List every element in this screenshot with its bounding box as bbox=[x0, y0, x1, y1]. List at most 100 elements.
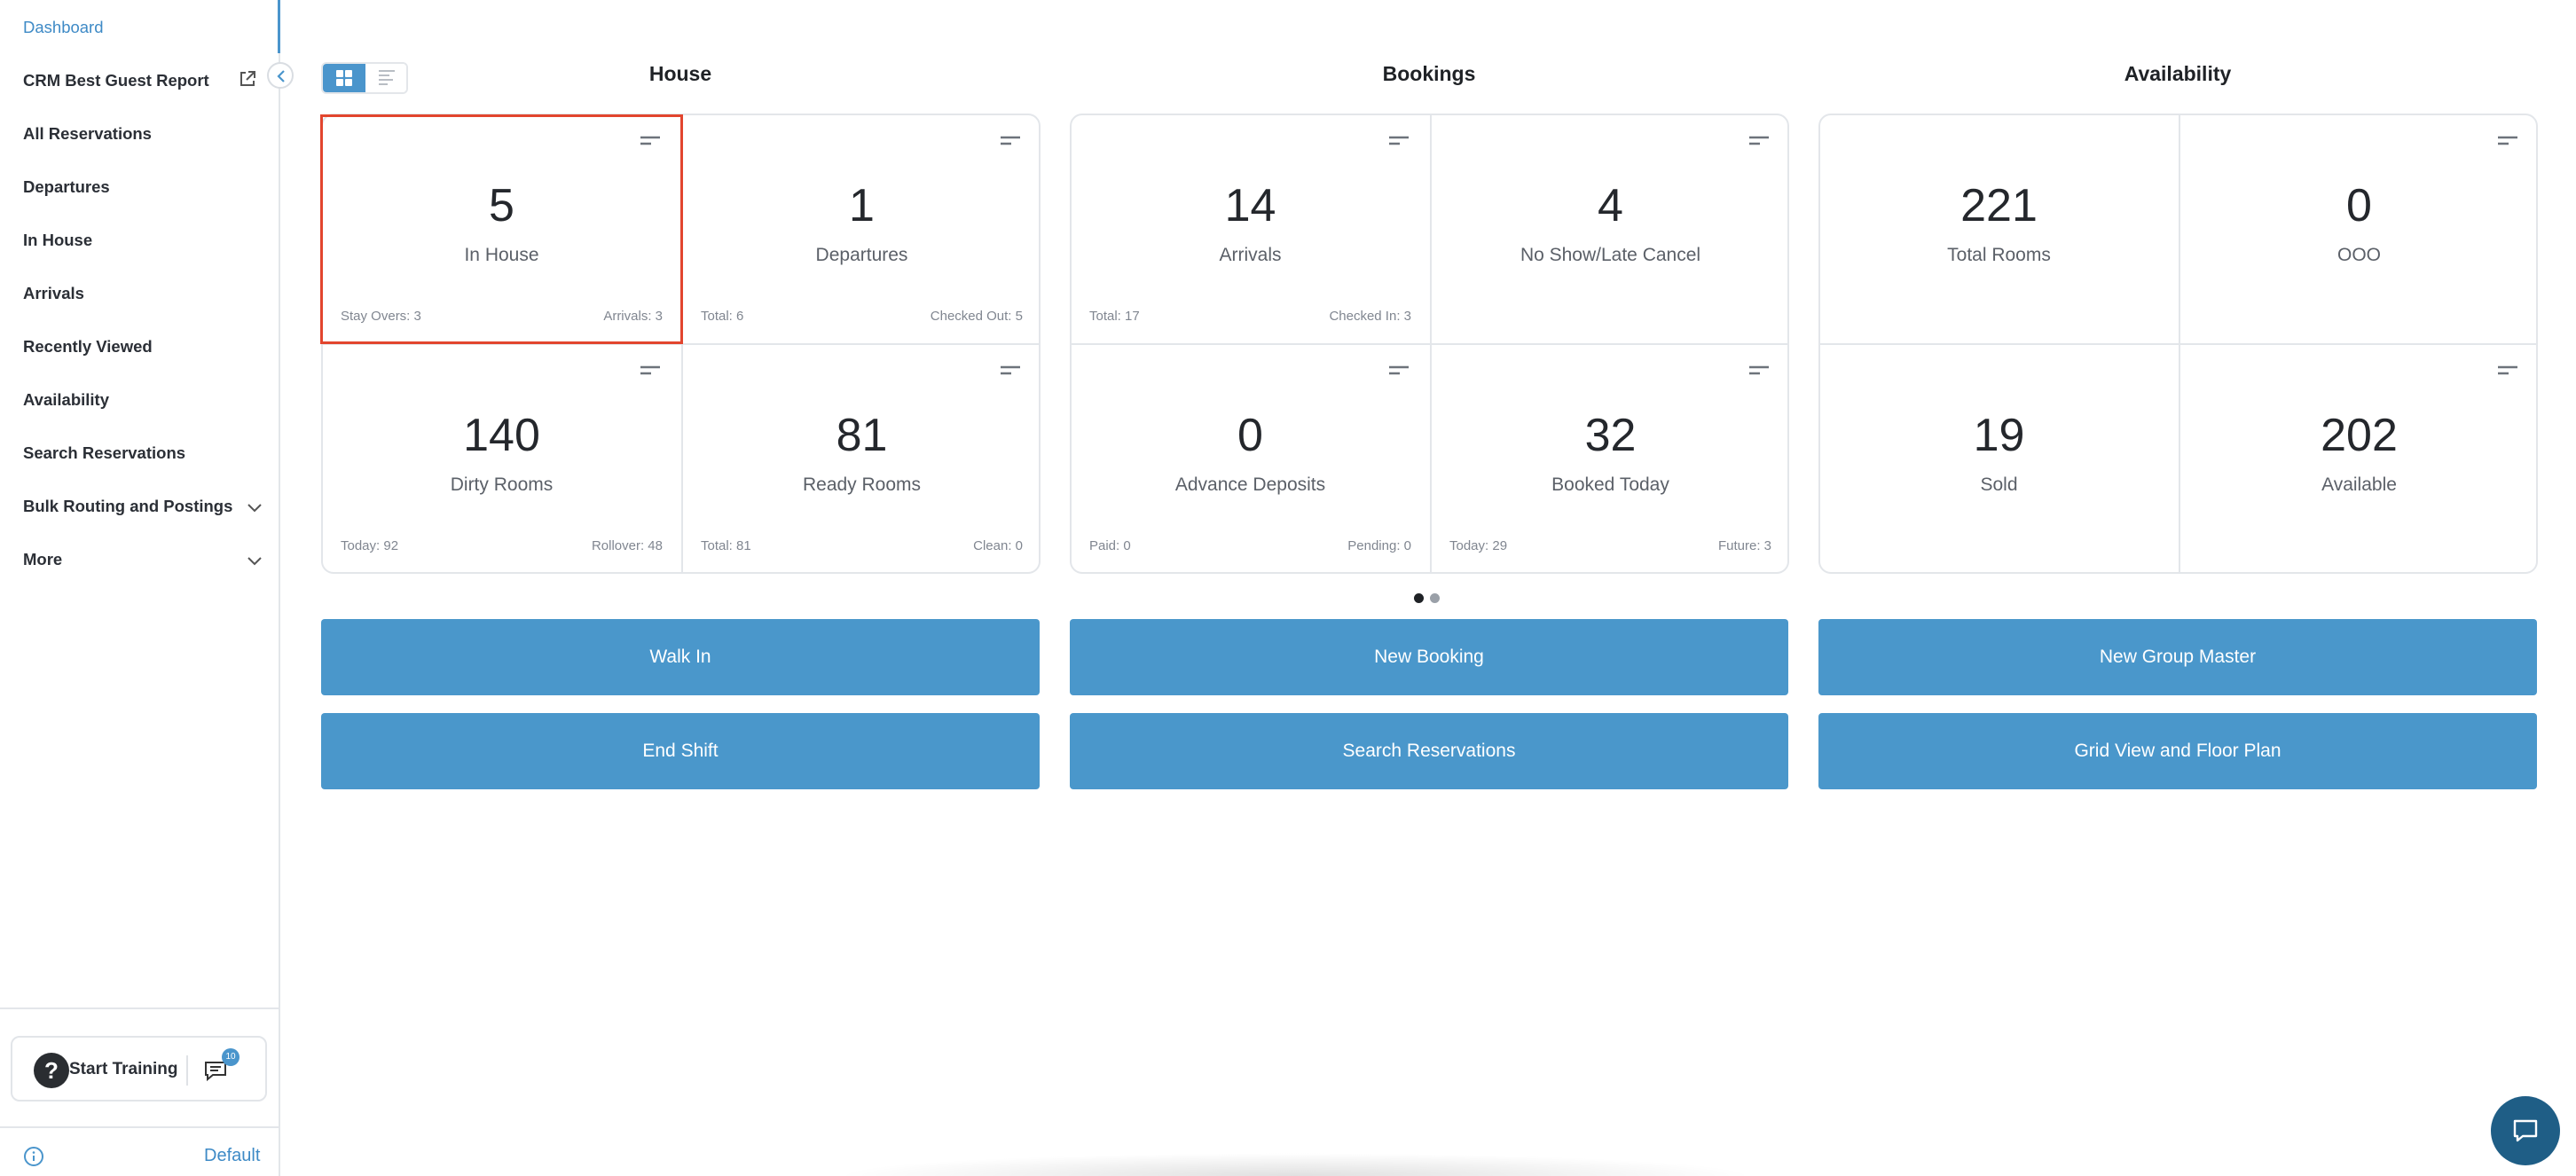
pager-dot-1[interactable] bbox=[1414, 593, 1424, 603]
new-booking-button[interactable]: New Booking bbox=[1070, 619, 1788, 695]
tile-footer-left: Stay Overs: 3 bbox=[341, 309, 421, 324]
tile-menu-icon[interactable] bbox=[1000, 135, 1021, 147]
section-title-availability: Availability bbox=[2124, 62, 2232, 85]
tile-footer-right: Clean: 0 bbox=[973, 538, 1023, 553]
sidebar-item-dashboard[interactable]: Dashboard bbox=[23, 18, 104, 37]
tile-menu-icon[interactable] bbox=[640, 135, 661, 147]
sidebar-item-recently-viewed[interactable]: Recently Viewed bbox=[23, 337, 153, 357]
tile-value: 19 bbox=[1973, 410, 2025, 461]
collapse-sidebar-button[interactable] bbox=[267, 62, 294, 89]
tile-footer-left: Today: 92 bbox=[341, 538, 399, 553]
tile-label: No Show/Late Cancel bbox=[1520, 245, 1701, 265]
sidebar-item-bulk-routing[interactable]: Bulk Routing and Postings bbox=[23, 497, 232, 516]
sidebar: Dashboard CRM Best Guest Report All Rese… bbox=[0, 0, 280, 1176]
tile-footer-left: Total: 81 bbox=[701, 538, 751, 553]
sidebar-item-departures[interactable]: Departures bbox=[23, 177, 110, 197]
start-training-box: ? Start Training 10 bbox=[11, 1036, 267, 1102]
help-icon[interactable]: ? bbox=[34, 1053, 69, 1088]
new-group-master-button[interactable]: New Group Master bbox=[1818, 619, 2537, 695]
tile-footer-left: Total: 6 bbox=[701, 309, 744, 324]
tile-footer-right: Checked In: 3 bbox=[1329, 309, 1411, 324]
tile-footer-left: Paid: 0 bbox=[1089, 538, 1131, 553]
tile-footer-right: Pending: 0 bbox=[1347, 538, 1411, 553]
chevron-down-icon[interactable] bbox=[245, 498, 264, 517]
tile-advance-deposits[interactable]: 0 Advance Deposits Paid: 0 Pending: 0 bbox=[1072, 345, 1429, 573]
tile-label: Arrivals bbox=[1219, 245, 1282, 265]
availability-panel: 221 Total Rooms 0 OOO 19 Sold 202 Availa… bbox=[1818, 114, 2538, 574]
tile-label: Advance Deposits bbox=[1174, 474, 1326, 495]
chevron-left-icon bbox=[277, 70, 285, 82]
tile-menu-icon[interactable] bbox=[2497, 365, 2518, 377]
tile-menu-icon[interactable] bbox=[1000, 365, 1021, 377]
chat-icon bbox=[2513, 1119, 2538, 1142]
tile-footer-right: Future: 3 bbox=[1717, 538, 1771, 553]
tile-value: 0 bbox=[2346, 180, 2372, 231]
tile-label: Dirty Rooms bbox=[450, 474, 554, 495]
tile-menu-icon[interactable] bbox=[2497, 135, 2518, 147]
external-link-icon[interactable] bbox=[238, 69, 257, 89]
tile-label: OOO bbox=[2336, 245, 2381, 265]
sidebar-item-more[interactable]: More bbox=[23, 550, 62, 569]
tile-label: Available bbox=[2321, 474, 2397, 495]
tile-label: Total Rooms bbox=[1947, 245, 2051, 265]
tile-label: Booked Today bbox=[1551, 474, 1669, 495]
walk-in-button[interactable]: Walk In bbox=[321, 619, 1040, 695]
divider bbox=[186, 1055, 188, 1086]
active-indicator bbox=[278, 0, 280, 53]
sidebar-item-arrivals[interactable]: Arrivals bbox=[23, 284, 84, 303]
tile-value: 81 bbox=[836, 410, 888, 461]
tile-value: 4 bbox=[1598, 180, 1623, 231]
sidebar-item-all-reservations[interactable]: All Reservations bbox=[23, 124, 152, 144]
pager-dot-2[interactable] bbox=[1430, 593, 1440, 603]
tile-departures[interactable]: 1 Departures Total: 6 Checked Out: 5 bbox=[683, 115, 1041, 343]
tile-value: 221 bbox=[1960, 180, 2038, 231]
tile-menu-icon[interactable] bbox=[1388, 365, 1410, 377]
tile-available[interactable]: 202 Available bbox=[2180, 345, 2538, 573]
tile-label: Ready Rooms bbox=[802, 474, 922, 495]
sidebar-item-in-house[interactable]: In House bbox=[23, 231, 92, 250]
bottom-shadow bbox=[834, 1153, 1756, 1176]
tile-value: 140 bbox=[463, 410, 540, 461]
tile-footer-right: Arrivals: 3 bbox=[603, 309, 663, 324]
chat-button[interactable] bbox=[2491, 1096, 2560, 1165]
tile-value: 14 bbox=[1224, 180, 1276, 231]
tile-label: Sold bbox=[1980, 474, 2018, 495]
tile-menu-icon[interactable] bbox=[640, 365, 661, 377]
tile-sold[interactable]: 19 Sold bbox=[1820, 345, 2178, 573]
tile-value: 202 bbox=[2321, 410, 2398, 461]
house-panel: 5 In House Stay Overs: 3 Arrivals: 3 1 D… bbox=[321, 114, 1041, 574]
sidebar-divider bbox=[0, 1126, 280, 1128]
tile-footer-right: Rollover: 48 bbox=[591, 538, 663, 553]
tile-total-rooms[interactable]: 221 Total Rooms bbox=[1820, 115, 2178, 343]
end-shift-button[interactable]: End Shift bbox=[321, 713, 1040, 789]
tile-ooo[interactable]: 0 OOO bbox=[2180, 115, 2538, 343]
tile-arrivals[interactable]: 14 Arrivals Total: 17 Checked In: 3 bbox=[1072, 115, 1429, 343]
tile-dirty-rooms[interactable]: 140 Dirty Rooms Today: 92 Rollover: 48 bbox=[323, 345, 680, 573]
tile-no-show-late-cancel[interactable]: 4 No Show/Late Cancel bbox=[1432, 115, 1789, 343]
sidebar-item-availability[interactable]: Availability bbox=[23, 390, 109, 410]
sidebar-item-crm-best-guest-report[interactable]: CRM Best Guest Report bbox=[23, 71, 209, 90]
chevron-down-icon[interactable] bbox=[245, 551, 264, 570]
sidebar-item-search-reservations[interactable]: Search Reservations bbox=[23, 443, 185, 463]
info-icon[interactable] bbox=[23, 1146, 44, 1167]
tile-booked-today[interactable]: 32 Booked Today Today: 29 Future: 3 bbox=[1432, 345, 1789, 573]
section-title-bookings: Bookings bbox=[1382, 62, 1476, 85]
notification-badge: 10 bbox=[222, 1048, 240, 1066]
start-training-button[interactable]: Start Training bbox=[69, 1060, 177, 1079]
tile-value: 1 bbox=[849, 180, 875, 231]
default-link[interactable]: Default bbox=[204, 1146, 260, 1166]
tile-footer-left: Total: 17 bbox=[1089, 309, 1140, 324]
tile-label: Departures bbox=[815, 245, 908, 265]
tile-ready-rooms[interactable]: 81 Ready Rooms Total: 81 Clean: 0 bbox=[683, 345, 1041, 573]
tile-footer-left: Today: 29 bbox=[1449, 538, 1508, 553]
tile-menu-icon[interactable] bbox=[1388, 135, 1410, 147]
tile-menu-icon[interactable] bbox=[1748, 135, 1770, 147]
tile-menu-icon[interactable] bbox=[1748, 365, 1770, 377]
tile-value: 5 bbox=[489, 180, 514, 231]
search-reservations-button[interactable]: Search Reservations bbox=[1070, 713, 1788, 789]
grid-view-floor-plan-button[interactable]: Grid View and Floor Plan bbox=[1818, 713, 2537, 789]
tile-label: In House bbox=[464, 245, 539, 265]
tile-value: 32 bbox=[1584, 410, 1637, 461]
tile-in-house[interactable]: 5 In House Stay Overs: 3 Arrivals: 3 bbox=[323, 115, 680, 343]
section-title-house: House bbox=[648, 62, 712, 85]
